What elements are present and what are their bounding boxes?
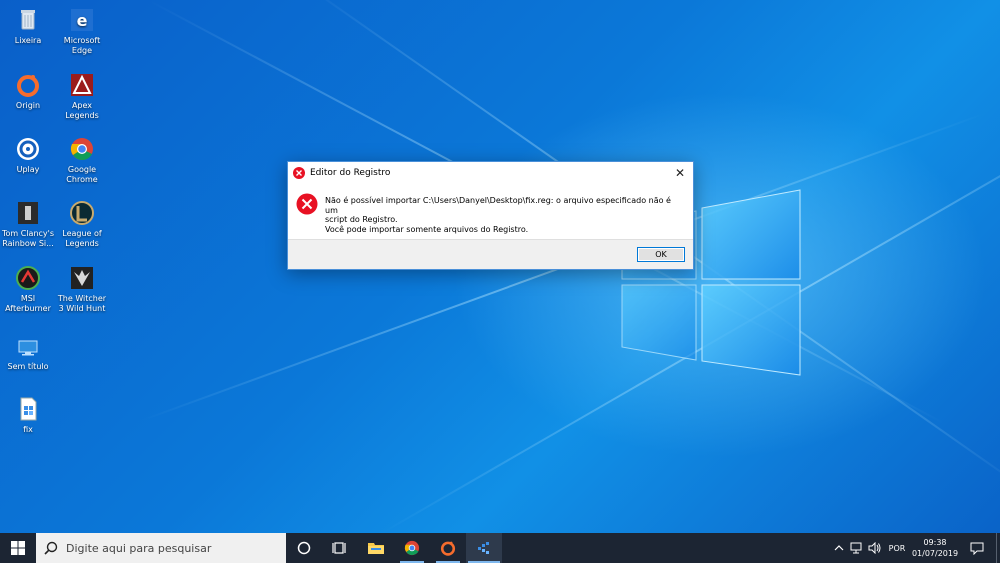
dialog-title: Editor do Registro — [310, 168, 391, 178]
desktop-icon-edge[interactable]: e Microsoft Edge — [54, 6, 110, 56]
message-line: Você pode importar somente arquivos do R… — [325, 224, 529, 234]
dialog-footer: OK — [288, 239, 693, 269]
action-center-button[interactable] — [964, 533, 990, 563]
show-hidden-icons-button[interactable] — [830, 533, 848, 563]
taskbar-chrome[interactable] — [394, 533, 430, 563]
file-explorer-icon — [368, 543, 384, 554]
edge-icon: e — [71, 9, 93, 31]
registry-editor-dialog: Editor do Registro ✕ Não é possível impo… — [287, 161, 694, 270]
desktop-icon-msi[interactable]: MSI Afterburner — [0, 264, 56, 314]
apex-legends-icon — [71, 74, 93, 96]
origin-icon — [440, 541, 456, 556]
taskbar-search-box[interactable] — [36, 533, 286, 563]
rdp-file-icon — [18, 340, 38, 356]
origin-icon — [17, 75, 39, 97]
close-icon: ✕ — [674, 166, 686, 180]
search-icon — [44, 541, 58, 555]
uplay-icon — [17, 138, 39, 160]
cortana-icon — [297, 541, 311, 555]
desktop-icon-fix[interactable]: fix — [0, 395, 56, 435]
witcher-icon — [71, 267, 93, 289]
regedit-icon — [478, 542, 489, 554]
dialog-titlebar[interactable]: Editor do Registro ✕ — [288, 162, 693, 184]
desktop-icon-league[interactable]: League of Legends — [54, 199, 110, 249]
desktop-icon-uplay[interactable]: Uplay — [0, 135, 56, 175]
taskbar-file-explorer[interactable] — [358, 533, 394, 563]
desktop-icon-rainbow-six[interactable]: Tom Clancy's Rainbow Si... — [0, 199, 56, 249]
ok-button[interactable]: OK — [637, 247, 685, 262]
dialog-body: Não é possível importar C:\Users\Danyel\… — [288, 184, 693, 240]
volume-button[interactable] — [866, 533, 884, 563]
network-button[interactable] — [848, 533, 866, 563]
taskbar-regedit[interactable] — [466, 533, 502, 563]
chevron-up-icon — [834, 545, 844, 551]
task-view-button[interactable] — [322, 533, 358, 563]
start-button[interactable] — [0, 533, 36, 563]
notification-icon — [970, 542, 984, 555]
close-button[interactable]: ✕ — [667, 162, 693, 184]
error-icon — [296, 193, 318, 215]
reg-file-icon — [20, 397, 37, 421]
clock[interactable]: 09:38 01/07/2019 — [910, 533, 960, 563]
speaker-icon — [868, 542, 881, 554]
dialog-message: Não é possível importar C:\Users\Danyel\… — [325, 196, 685, 234]
msi-afterburner-icon — [16, 266, 40, 290]
clock-time: 09:38 — [923, 538, 947, 547]
clock-date: 01/07/2019 — [911, 549, 959, 558]
svg-text:e: e — [77, 11, 88, 30]
desktop-icon-chrome[interactable]: Google Chrome — [54, 135, 110, 185]
error-small-icon — [293, 167, 305, 179]
desktop: Lixeira e Microsoft Edge Origin Apex Leg… — [0, 0, 1000, 533]
league-of-legends-icon — [70, 201, 94, 225]
input-language[interactable]: POR — [884, 533, 910, 563]
message-line: Não é possível importar C:\Users\Danyel\… — [325, 196, 671, 215]
rainbow-six-icon — [18, 202, 38, 224]
taskbar: POR 09:38 01/07/2019 — [0, 533, 1000, 563]
search-input[interactable] — [66, 541, 266, 555]
show-desktop-button[interactable] — [996, 533, 1000, 563]
recycle-bin-icon — [21, 10, 35, 30]
cortana-button[interactable] — [286, 533, 322, 563]
windows-start-icon — [11, 541, 25, 555]
chrome-icon — [404, 540, 420, 556]
task-view-icon — [332, 542, 346, 554]
chrome-icon — [70, 138, 93, 160]
language-label: POR — [888, 543, 906, 553]
network-icon — [850, 542, 862, 554]
taskbar-origin[interactable] — [430, 533, 466, 563]
desktop-icon-sem-titulo[interactable]: Sem título — [0, 332, 56, 372]
desktop-icon-witcher[interactable]: The Witcher 3 Wild Hunt — [54, 264, 110, 314]
desktop-icon-lixeira[interactable]: Lixeira — [0, 6, 56, 46]
desktop-icon-origin[interactable]: Origin — [0, 71, 56, 111]
message-line: script do Registro. — [325, 215, 398, 224]
desktop-icon-apex[interactable]: Apex Legends — [54, 71, 110, 121]
